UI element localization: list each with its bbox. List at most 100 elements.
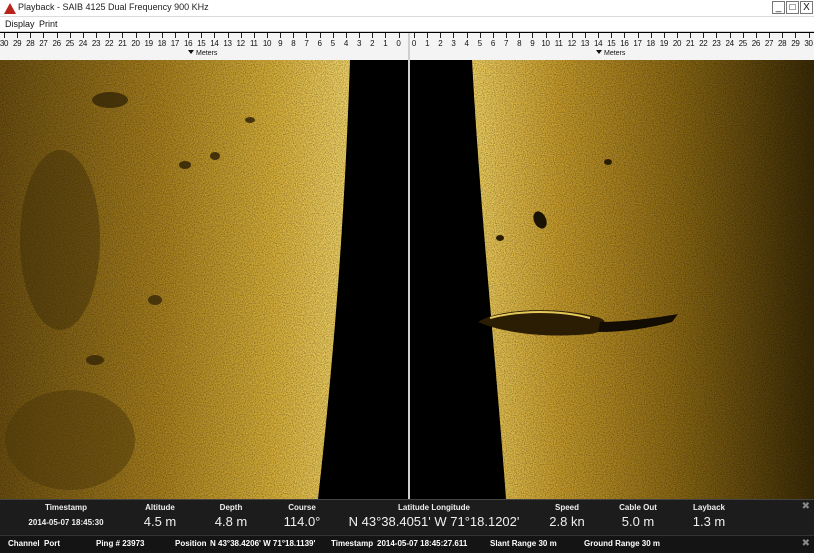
ruler-tick: [280, 33, 282, 38]
ruler-tick-label: 25: [738, 39, 748, 48]
port-ruler-units-label: Meters: [196, 50, 218, 57]
ruler-tick-label: 28: [778, 39, 787, 48]
ruler-tick: [808, 33, 810, 38]
info-course-value: 114.0°: [283, 514, 321, 529]
info-depth: Depth 4.8 m: [215, 500, 248, 536]
ruler-tick-label: 30: [0, 39, 9, 48]
ruler-tick: [253, 33, 255, 38]
ruler-tick: [122, 33, 124, 38]
ruler-tick: [4, 33, 5, 38]
ruler-tick-label: 18: [157, 39, 167, 48]
status-ping: Ping # 23973: [96, 539, 145, 548]
ruler-tick-label: 0: [411, 39, 417, 48]
status-channel-label: Channel: [8, 539, 40, 548]
minimize-button[interactable]: _: [772, 1, 785, 14]
ruler-tick: [677, 33, 678, 38]
ruler-tick: [161, 33, 163, 38]
info-cable-value: 5.0 m: [621, 514, 655, 529]
ruler-tick: [96, 33, 98, 38]
status-slant-range: Slant Range 30 m: [490, 539, 557, 548]
info-depth-label: Depth: [219, 503, 243, 512]
menu-print[interactable]: Print: [39, 19, 58, 29]
info-timestamp: Timestamp 2014-05-07 18:45:30: [28, 500, 103, 536]
menu-display[interactable]: Display: [5, 19, 35, 29]
ruler-tick: [174, 33, 176, 38]
ruler-tick-label: 23: [91, 39, 101, 48]
info-panel-close-icon[interactable]: ✖: [802, 501, 810, 512]
ruler-tick: [359, 33, 361, 38]
ruler-tick: [703, 33, 705, 38]
ruler-tick-label: 3: [356, 39, 362, 48]
window-title: Playback - SAIB 4125 Dual Frequency 900 …: [18, 2, 209, 12]
info-speed-value: 2.8 kn: [549, 514, 585, 529]
ruler-tick: [558, 33, 560, 38]
ruler-tick-label: 26: [52, 39, 61, 48]
info-altitude-label: Altitude: [145, 503, 175, 512]
ruler-tick: [30, 33, 32, 38]
starboard-range-ruler: Meters 0 1 2 3 4 5 6 7 8 9 10 11 12 13 14 15 16 17 18 19 20 2…: [410, 33, 814, 60]
ruler-tick: [109, 33, 111, 38]
starboard-sonar-svg: [410, 60, 814, 499]
ruler-tick: [782, 33, 784, 38]
info-timestamp-value: 2014-05-07 18:45:30: [28, 518, 104, 527]
ruler-tick: [532, 33, 534, 38]
ruler-tick-label: 26: [751, 39, 761, 48]
close-button[interactable]: X: [800, 1, 813, 14]
ruler-tick-label: 1: [383, 39, 388, 48]
ruler-tick: [319, 33, 321, 38]
ruler-tick-label: 27: [764, 39, 774, 48]
ruler-tick-label: 17: [633, 39, 642, 48]
ruler-tick-label: 8: [517, 39, 522, 48]
info-latlon: Latitude Longitude N 43°38.4051' W 71°18…: [349, 500, 520, 536]
status-position-label: Position: [175, 539, 207, 548]
navigation-info-panel: Timestamp 2014-05-07 18:45:30 Altitude 4…: [0, 499, 814, 535]
info-cable-out: Cable Out 5.0 m: [619, 500, 657, 536]
ruler-tick-label: 0: [396, 39, 401, 48]
ruler-tick: [227, 33, 229, 38]
maximize-button[interactable]: □: [786, 1, 799, 14]
ruler-tick: [201, 33, 203, 38]
ruler-tick: [729, 33, 731, 38]
status-position-value: N 43°38.4206' W 71°18.1139': [210, 539, 316, 548]
ruler-tick: [427, 33, 429, 38]
port-sonar-image[interactable]: [0, 60, 408, 499]
menu-bar: Display Print: [0, 17, 814, 32]
ruler-tick-label: 16: [620, 39, 629, 48]
status-ground-range: Ground Range 30 m: [584, 539, 661, 548]
ruler-tick-label: 14: [210, 39, 219, 48]
status-timestamp-value: 2014-05-07 18:45:27.611: [377, 539, 468, 548]
ruler-tick: [742, 33, 744, 38]
ruler-tick-label: 20: [131, 39, 140, 48]
info-depth-value: 4.8 m: [214, 514, 248, 529]
ruler-tick: [795, 33, 797, 38]
ruler-tick-label: 12: [236, 39, 246, 48]
ruler-tick-label: 8: [291, 39, 296, 48]
ruler-tick-label: 15: [197, 39, 206, 48]
ruler-marker-icon: [188, 50, 194, 54]
ruler-tick: [69, 33, 71, 38]
ruler-tick: [440, 33, 442, 38]
status-bar-close-icon[interactable]: ✖: [802, 538, 810, 549]
info-timestamp-label: Timestamp: [44, 503, 88, 512]
ruler-tick-label: 21: [685, 39, 695, 48]
ruler-tick: [267, 33, 268, 38]
ruler-tick: [690, 33, 692, 38]
ruler-tick-label: 22: [105, 39, 114, 48]
ruler-tick: [43, 33, 45, 38]
ruler-tick-label: 17: [170, 39, 180, 48]
ruler-marker-icon: [596, 50, 602, 54]
status-timestamp-label: Timestamp: [331, 539, 374, 548]
port-sonar-svg: [0, 60, 408, 499]
ruler-tick: [716, 33, 718, 38]
ruler-tick-label: 9: [530, 39, 535, 48]
ruler-tick-label: 15: [607, 39, 616, 48]
info-cable-label: Cable Out: [619, 503, 657, 512]
starboard-sonar-image[interactable]: [410, 60, 814, 499]
ruler-tick: [345, 33, 347, 38]
ruler-tick-label: 10: [541, 39, 550, 48]
ruler-tick: [663, 33, 665, 38]
ruler-tick-label: 27: [39, 39, 48, 48]
ruler-tick-label: 13: [580, 39, 590, 48]
ruler-tick: [398, 33, 400, 38]
ruler-tick-label: 20: [672, 39, 682, 48]
